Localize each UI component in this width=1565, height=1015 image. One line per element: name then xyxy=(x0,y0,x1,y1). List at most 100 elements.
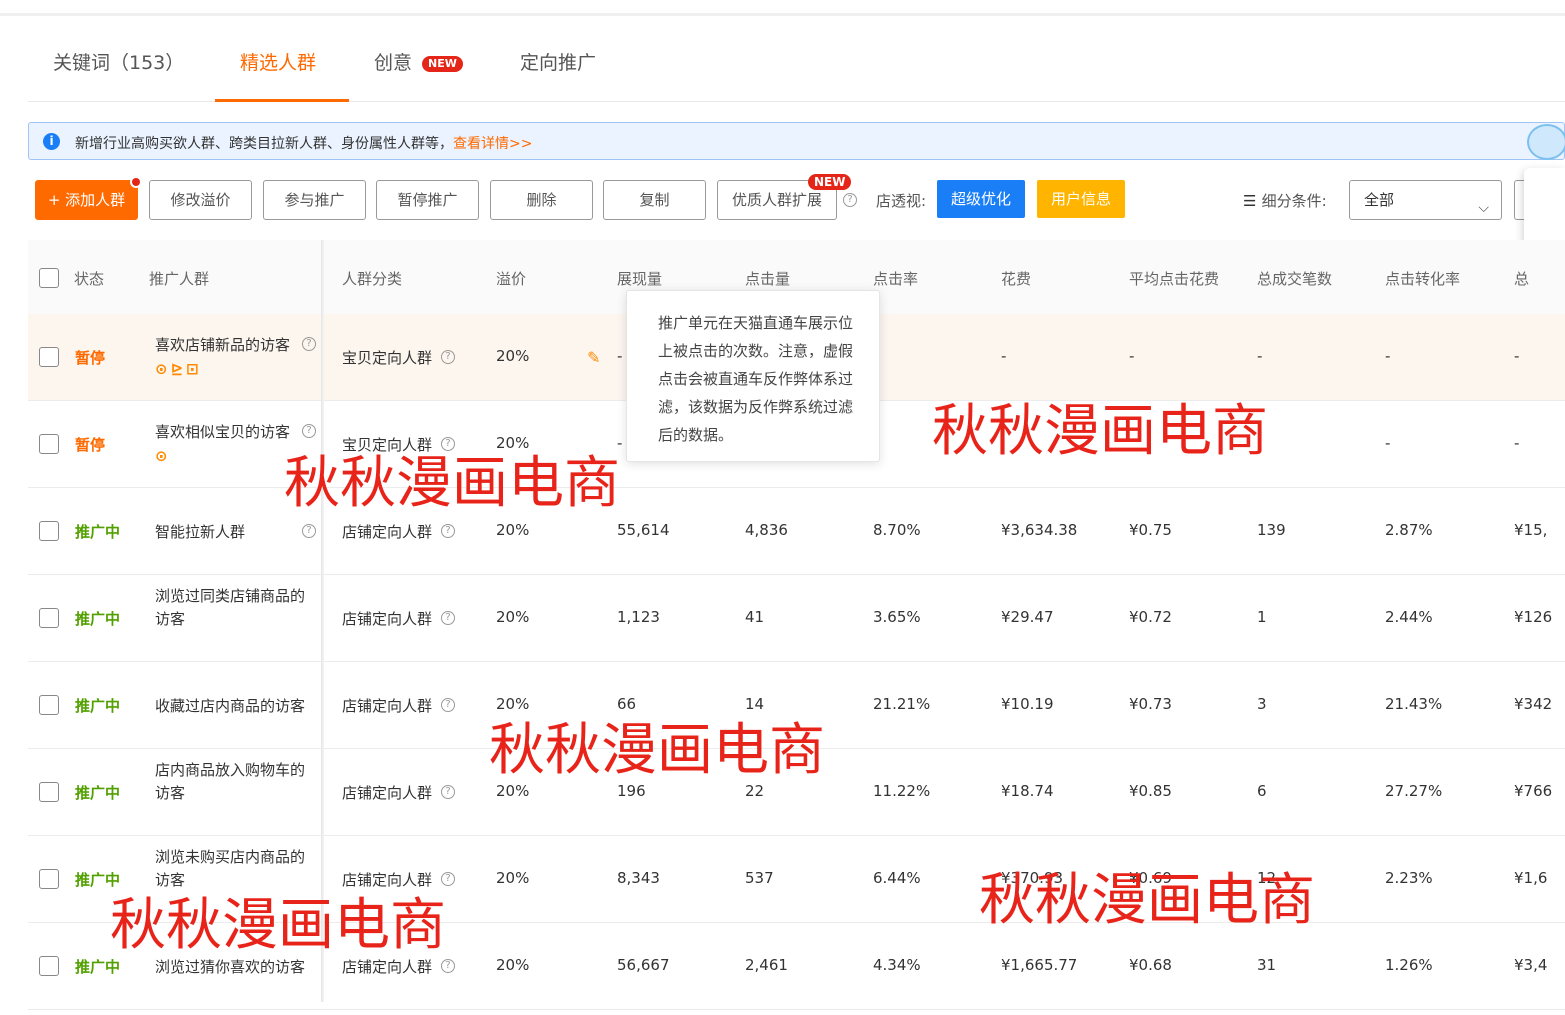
header-category: 人群分类 xyxy=(342,270,403,288)
filter-label-text: 细分条件: xyxy=(1261,192,1327,210)
crowd-action-icons[interactable]: ⊙⊵⊡ xyxy=(155,360,202,378)
help-icon[interactable]: ? xyxy=(441,872,455,886)
modify-premium-button[interactable]: 修改溢价 xyxy=(149,180,252,220)
crowd-name-line2: 访客 xyxy=(155,610,186,628)
filter-select[interactable]: 全部 ⌵ xyxy=(1349,180,1502,220)
filter-select-value: 全部 xyxy=(1364,191,1395,209)
header-cvr: 点击转化率 xyxy=(1385,270,1461,288)
new-badge-quality: NEW xyxy=(808,174,852,190)
copy-button[interactable]: 复制 xyxy=(603,180,706,220)
row-checkbox[interactable] xyxy=(39,347,59,367)
cell-premium: 20% xyxy=(496,434,530,452)
cell-cost: ¥3,634.38 xyxy=(1001,521,1078,539)
row-checkbox[interactable] xyxy=(39,695,59,715)
active-tab-indicator xyxy=(215,99,349,102)
cell-impressions: 56,667 xyxy=(617,956,670,974)
super-optimize-button[interactable]: 超级优化 xyxy=(937,180,1025,218)
row-checkbox[interactable] xyxy=(39,521,59,541)
status-label: 推广中 xyxy=(75,697,121,715)
help-icon[interactable]: ? xyxy=(441,611,455,625)
cell-category: 店铺定向人群 xyxy=(342,523,433,541)
cell-cvr: - xyxy=(1385,347,1391,365)
cell-total: - xyxy=(1514,347,1520,365)
crowd-name: 浏览过猜你喜欢的访客 xyxy=(155,958,306,976)
crowd-name: 浏览未购买店内商品的 xyxy=(155,848,306,866)
cell-total: ¥342 xyxy=(1514,695,1553,713)
help-icon[interactable]: ? xyxy=(441,785,455,799)
cell-total: ¥15, xyxy=(1514,521,1548,539)
help-icon[interactable]: ? xyxy=(441,959,455,973)
row-checkbox[interactable] xyxy=(39,608,59,628)
watermark: 秋秋漫画电商 xyxy=(979,868,1315,933)
help-icon[interactable]: ? xyxy=(441,698,455,712)
list-icon: ☰ xyxy=(1243,192,1262,210)
table-row[interactable]: 推广中 浏览过同类店铺商品的 访客 店铺定向人群 20% 1,123 41 3.65% ¥29.… xyxy=(28,575,1565,662)
cell-premium: 20% xyxy=(496,521,530,539)
row-checkbox[interactable] xyxy=(39,956,59,976)
tooltip-line: 滤，该数据为反作弊系统过滤 xyxy=(658,398,854,416)
cell-total: ¥1,6 xyxy=(1514,869,1548,887)
join-promotion-button[interactable]: 参与推广 xyxy=(263,180,366,220)
crowd-action-icons[interactable]: ⊙ xyxy=(155,447,171,465)
cell-total: ¥766 xyxy=(1514,782,1553,800)
cell-category: 店铺定向人群 xyxy=(342,958,433,976)
cell-cvr: 1.26% xyxy=(1385,956,1433,974)
edit-pencil-icon[interactable]: ✎ xyxy=(587,348,600,367)
cell-orders: 139 xyxy=(1257,521,1286,539)
crowd-name: 浏览过同类店铺商品的 xyxy=(155,587,306,605)
filter-label: ☰ 细分条件: xyxy=(1243,190,1327,211)
toolbar: + 添加人群 修改溢价 参与推广 暂停推广 删除 复制 优质人群扩展 ? 店透视… xyxy=(0,180,1565,222)
help-icon[interactable]: ? xyxy=(441,437,455,451)
help-icon[interactable]: ? xyxy=(441,350,455,364)
cell-orders: - xyxy=(1257,347,1263,365)
add-crowd-button[interactable]: + 添加人群 xyxy=(35,180,138,220)
cell-cpc: ¥0.68 xyxy=(1129,956,1172,974)
delete-button[interactable]: 删除 xyxy=(490,180,593,220)
help-icon[interactable]: ? xyxy=(302,337,316,351)
tab-targeted[interactable]: 定向推广 xyxy=(520,48,596,75)
cell-premium: 20% xyxy=(496,695,530,713)
cell-ctr: 21.21% xyxy=(873,695,931,713)
cell-total: - xyxy=(1514,434,1520,452)
tab-selected-crowd[interactable]: 精选人群 xyxy=(240,48,316,75)
cell-cpc: ¥0.73 xyxy=(1129,695,1172,713)
tab-keywords[interactable]: 关键词（153） xyxy=(53,48,184,75)
cell-cvr: 2.87% xyxy=(1385,521,1433,539)
status-label: 推广中 xyxy=(75,523,121,541)
cell-category: 店铺定向人群 xyxy=(342,697,433,715)
help-icon[interactable]: ? xyxy=(441,524,455,538)
user-info-button[interactable]: 用户信息 xyxy=(1037,180,1125,218)
tab-creative[interactable]: 创意 NEW xyxy=(374,48,463,75)
row-checkbox[interactable] xyxy=(39,434,59,454)
assistant-bubble-icon[interactable] xyxy=(1527,124,1565,160)
help-icon[interactable]: ? xyxy=(843,193,857,207)
info-icon: i xyxy=(43,133,60,150)
row-checkbox[interactable] xyxy=(39,782,59,802)
header-premium: 溢价 xyxy=(496,270,527,288)
cell-clicks: 22 xyxy=(745,782,765,800)
notice-message: 新增行业高购买欲人群、跨类目拉新人群、身份属性人群等， xyxy=(75,136,453,152)
cell-ctr: 11.22% xyxy=(873,782,931,800)
frozen-column-divider xyxy=(321,240,324,1002)
tooltip-line: 上被点击的次数。注意，虚假 xyxy=(658,342,854,360)
cell-premium: 20% xyxy=(496,956,530,974)
cell-clicks: 14 xyxy=(745,695,765,713)
crowd-name: 喜欢店铺新品的访客 xyxy=(155,336,291,354)
cell-ctr: 4.34% xyxy=(873,956,921,974)
header-status: 状态 xyxy=(74,270,105,288)
row-checkbox[interactable] xyxy=(39,869,59,889)
select-all-checkbox[interactable] xyxy=(39,268,59,288)
watermark: 秋秋漫画电商 xyxy=(284,451,620,516)
cell-clicks: 41 xyxy=(745,608,765,626)
header-impressions: 展现量 xyxy=(617,270,663,288)
header-cpc: 平均点击花费 xyxy=(1129,270,1220,288)
notice-details-link[interactable]: 查看详情>> xyxy=(453,136,532,152)
side-tab-button[interactable] xyxy=(1514,180,1524,220)
help-icon[interactable]: ? xyxy=(302,524,316,538)
clicks-tooltip: 推广单元在天猫直通车展示位 上被点击的次数。注意，虚假 点击会被直通车反作弊体系… xyxy=(626,290,880,462)
cell-premium: 20% xyxy=(496,782,530,800)
table-row[interactable]: 推广中 智能拉新人群? 店铺定向人群 20% 55,614 4,836 8.70% ¥3,63… xyxy=(28,488,1565,575)
help-icon[interactable]: ? xyxy=(302,424,316,438)
cell-premium: 20% xyxy=(496,869,530,887)
pause-promotion-button[interactable]: 暂停推广 xyxy=(376,180,479,220)
